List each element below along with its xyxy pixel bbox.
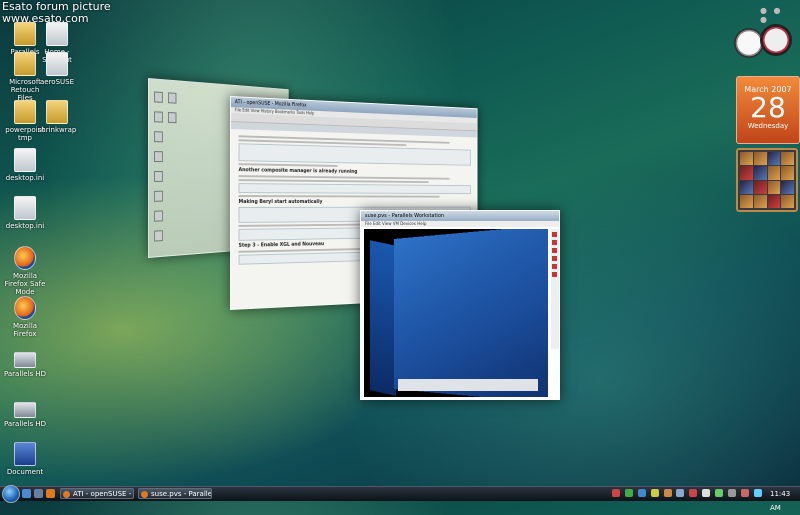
tray-icon[interactable] bbox=[650, 489, 659, 497]
picture-puzzle-gadget[interactable] bbox=[736, 148, 798, 212]
desktop-icon-label: desktop.ini bbox=[5, 222, 45, 230]
system-tray bbox=[612, 489, 764, 499]
firefox-icon bbox=[14, 246, 36, 270]
browser-heading-2: Making Beryl start automatically bbox=[238, 199, 323, 205]
desktop-icon-parallels-hd-2[interactable]: Parallels HD bbox=[2, 396, 48, 428]
desktop-icon-label: desktop.ini bbox=[5, 174, 45, 182]
desktop-icon-document[interactable]: Document bbox=[2, 442, 48, 476]
document-icon bbox=[14, 196, 36, 220]
vm-menubar: File Edit View VM Devices Help bbox=[361, 221, 559, 227]
tray-icon[interactable] bbox=[637, 489, 646, 497]
desktop-icon-firefox[interactable]: Mozilla Firefox bbox=[2, 296, 48, 338]
desktop-icon-label: Mozilla Firefox bbox=[12, 322, 38, 338]
tray-icon[interactable] bbox=[612, 489, 620, 497]
calendar-weekday: Wednesday bbox=[747, 122, 789, 130]
firefox-quicklaunch-icon[interactable] bbox=[46, 489, 55, 498]
vm-titlebar: suse.pvs - Parallels Workstation bbox=[361, 211, 559, 221]
desktop-icon-label: Mozilla Firefox Safe Mode bbox=[4, 272, 46, 296]
document-icon bbox=[46, 52, 68, 76]
mini-desktop-icon bbox=[154, 151, 163, 163]
mini-desktop-icon bbox=[154, 91, 163, 103]
tray-icon[interactable] bbox=[676, 489, 685, 497]
network-icon[interactable] bbox=[715, 489, 723, 497]
desktop-icon-ini-1[interactable]: desktop.ini bbox=[2, 148, 48, 182]
desktop-icon-label: Document bbox=[6, 468, 44, 476]
mini-desktop-icon bbox=[167, 112, 177, 124]
flip3d-parallels-window[interactable]: suse.pvs - Parallels Workstation File Ed… bbox=[360, 210, 560, 400]
tray-icon[interactable] bbox=[663, 489, 672, 497]
taskbar-button-firefox[interactable]: ATI - openSUSE - M... bbox=[60, 488, 134, 499]
switch-windows-icon[interactable] bbox=[34, 489, 43, 498]
tray-icon[interactable] bbox=[740, 489, 749, 497]
vm-side-toolbar[interactable] bbox=[551, 229, 559, 349]
taskbar-button-parallels[interactable]: suse.pvs - Parallels ... bbox=[138, 488, 212, 499]
mini-desktop-icon bbox=[154, 230, 163, 242]
vm-vista-desktop bbox=[394, 229, 548, 397]
tray-icon[interactable] bbox=[689, 489, 698, 497]
taskbar-clock[interactable]: 11:43 AM bbox=[770, 487, 800, 515]
desktop-icon-label: aeroSUSE bbox=[39, 78, 75, 86]
firefox-icon bbox=[14, 296, 36, 320]
mini-desktop-icon bbox=[167, 92, 177, 104]
document-icon bbox=[14, 148, 36, 172]
folder-icon bbox=[14, 52, 36, 76]
mini-desktop-icon bbox=[154, 210, 163, 222]
vm-taskbar bbox=[398, 379, 538, 391]
calendar-day: 28 bbox=[750, 91, 786, 124]
tray-icon[interactable] bbox=[624, 489, 633, 497]
start-button[interactable] bbox=[2, 485, 20, 503]
drive-icon bbox=[14, 352, 36, 368]
folder-icon bbox=[14, 22, 36, 46]
calendar-gadget[interactable]: March 2007 28 Wednesday bbox=[736, 76, 800, 144]
mini-desktop-icon bbox=[154, 131, 163, 143]
mini-desktop-icon bbox=[154, 170, 163, 182]
vm-screen[interactable] bbox=[364, 229, 548, 397]
desktop-icon-shrinkwrap[interactable]: shrinkwrap bbox=[34, 100, 80, 134]
show-desktop-icon[interactable] bbox=[22, 489, 31, 498]
desktop-icon-label: Parallels HD bbox=[3, 370, 47, 378]
folder-icon bbox=[46, 100, 68, 124]
mini-desktop-icon bbox=[154, 111, 163, 123]
tray-icon[interactable] bbox=[727, 489, 736, 497]
tray-icon[interactable] bbox=[753, 489, 762, 497]
volume-icon[interactable] bbox=[702, 489, 711, 497]
gadget-controls-icon[interactable]: ● ● ● bbox=[760, 6, 794, 24]
mini-desktop-icon bbox=[154, 190, 163, 202]
desktop-icon-parallels-hd-1[interactable]: Parallels HD bbox=[2, 346, 48, 378]
cpu-meter-gadget-icon[interactable] bbox=[760, 24, 792, 56]
desktop-icon-label: Parallels HD bbox=[3, 420, 47, 428]
desktop-icon-firefox-safe[interactable]: Mozilla Firefox Safe Mode bbox=[2, 246, 48, 296]
desktop-icon-aerosuse[interactable]: aeroSUSE bbox=[34, 52, 80, 86]
word-document-icon bbox=[14, 442, 36, 466]
folder-icon bbox=[14, 100, 36, 124]
drive-icon bbox=[14, 402, 36, 418]
desktop-icon-ini-2[interactable]: desktop.ini bbox=[2, 196, 48, 230]
document-icon bbox=[46, 22, 68, 46]
vm-cube-side bbox=[370, 240, 396, 396]
taskbar: ATI - openSUSE - M... suse.pvs - Paralle… bbox=[0, 485, 800, 512]
desktop-icon-label: shrinkwrap bbox=[37, 126, 77, 134]
